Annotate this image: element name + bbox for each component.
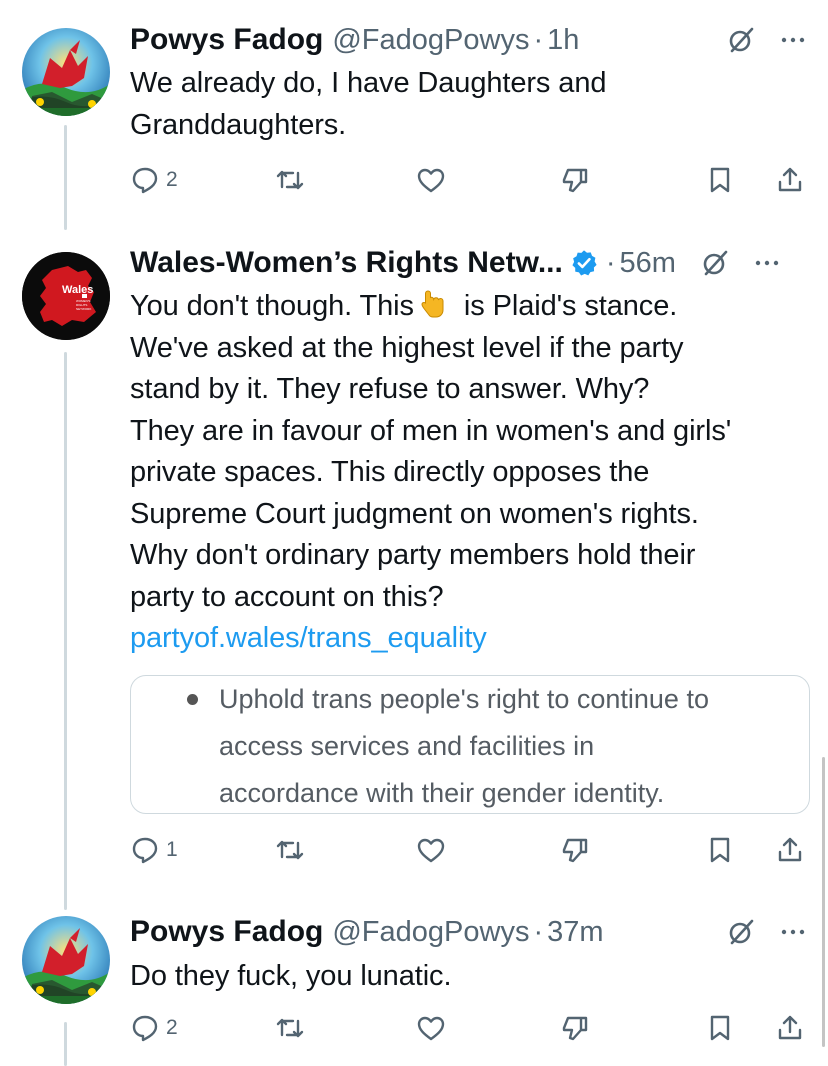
thumbs-down-icon — [562, 838, 588, 863]
tweet-header: Powys Fadog @FadogPowys · 37m — [130, 912, 808, 952]
grok-slash-icon[interactable] — [726, 25, 756, 55]
tweet-text-line: You don't though. This is Plaid's stance… — [130, 286, 788, 328]
quote-line: access services and facilities in — [219, 731, 595, 761]
reply-button[interactable]: 1 — [130, 830, 178, 870]
quote-text: Uphold trans people's right to continue … — [219, 676, 799, 813]
quote-line: Uphold trans people's right to continue … — [219, 684, 709, 714]
reply-count: 1 — [166, 838, 178, 861]
separator-dot: · — [533, 23, 544, 56]
tweet[interactable]: Powys Fadog @FadogPowys · 1h We already … — [0, 0, 828, 230]
author-name[interactable]: Powys Fadog — [130, 23, 323, 57]
reply-count: 2 — [166, 168, 178, 191]
reply-count: 2 — [166, 1016, 178, 1039]
tweet-text-line: Why don't ordinary party members hold th… — [130, 539, 696, 571]
like-button[interactable] — [416, 830, 446, 870]
welsh-dragon-avatar-image — [22, 916, 110, 1004]
more-dots-icon[interactable] — [778, 25, 808, 55]
author-handle[interactable]: @FadogPowys — [332, 916, 529, 949]
dislike-button[interactable] — [560, 160, 590, 200]
tweet-text-fragment: You don't though. This — [130, 290, 414, 322]
tweet-text-line: stand by it. They refuse to answer. Why? — [130, 373, 650, 405]
tweet[interactable]: Powys Fadog @FadogPowys · 37m Do they fu… — [0, 890, 828, 1066]
share-icon — [778, 167, 802, 192]
retweet-button[interactable] — [275, 160, 305, 200]
repost-icon — [276, 1018, 304, 1038]
tweet-text: You don't though. This is Plaid's stance… — [130, 286, 788, 660]
speech-bubble-icon — [132, 1015, 158, 1042]
tweet-link[interactable]: partyof.wales/trans_equality — [130, 618, 788, 660]
dislike-button[interactable] — [560, 1008, 590, 1048]
tweet-text-line: We already do, I have Daughters and — [130, 67, 607, 99]
share-button[interactable] — [775, 1008, 805, 1048]
retweet-button[interactable] — [275, 1008, 305, 1048]
action-bar: 2 — [130, 1008, 810, 1048]
repost-icon — [276, 840, 304, 860]
verified-badge-icon — [572, 250, 597, 276]
share-icon — [778, 1015, 802, 1040]
heart-icon — [417, 838, 445, 863]
timestamp[interactable]: 1h — [547, 24, 579, 57]
quote-line: accordance with their gender identity. — [219, 778, 665, 808]
like-button[interactable] — [416, 1008, 446, 1048]
heart-icon — [417, 1016, 445, 1041]
author-name[interactable]: Wales-Women’s Rights Netw... — [130, 246, 563, 280]
tweet-text: Do they fuck, you lunatic. — [130, 956, 788, 998]
tweet-text-line: party to account on this? — [130, 580, 444, 613]
attached-image-card[interactable]: Uphold trans people's right to continue … — [130, 675, 810, 814]
repost-icon — [276, 170, 304, 190]
separator-dot: · — [605, 246, 616, 279]
like-button[interactable] — [416, 160, 446, 200]
avatar[interactable] — [22, 916, 110, 1004]
reply-button[interactable]: 2 — [130, 160, 178, 200]
speech-bubble-icon — [132, 837, 158, 864]
svg-text:NETWORK: NETWORK — [76, 307, 91, 311]
share-icon — [778, 837, 802, 862]
more-dots-icon[interactable] — [752, 248, 782, 278]
speech-bubble-icon — [132, 167, 158, 194]
avatar[interactable]: Wales WOMEN'S RIGHTS NETWORK — [22, 252, 110, 340]
bookmark-button[interactable] — [705, 1008, 735, 1048]
tweet-text-line: We've asked at the highest level if the … — [130, 331, 684, 364]
tweet-text-line: Do they fuck, you lunatic. — [130, 960, 452, 992]
heart-icon — [417, 168, 445, 193]
bookmark-button[interactable] — [705, 830, 735, 870]
author-name[interactable]: Powys Fadog — [130, 915, 323, 949]
timestamp[interactable]: 56m — [620, 247, 676, 280]
bookmark-icon — [710, 1015, 730, 1041]
bullet-point — [187, 694, 198, 705]
reply-button[interactable]: 2 — [130, 1008, 178, 1048]
tweet-text: We already do, I have Daughters and Gran… — [130, 63, 788, 146]
thumbs-down-icon — [562, 168, 588, 193]
thumbs-down-icon — [562, 1016, 588, 1041]
tweet-header: Wales-Women’s Rights Netw... · 56m — [130, 243, 808, 283]
tweet-text-line: Supreme Court judgment on women's rights… — [130, 497, 699, 530]
welsh-dragon-avatar-image — [22, 28, 110, 116]
more-dots-icon[interactable] — [778, 917, 808, 947]
action-bar: 1 — [130, 830, 810, 870]
share-button[interactable] — [775, 160, 805, 200]
share-button[interactable] — [775, 830, 805, 870]
grok-slash-icon[interactable] — [726, 917, 756, 947]
tweet-text-fragment: is Plaid's stance. — [463, 290, 678, 322]
tweet-header: Powys Fadog @FadogPowys · 1h — [130, 20, 808, 60]
grok-slash-icon[interactable] — [700, 248, 730, 278]
author-handle[interactable]: @FadogPowys — [332, 24, 529, 57]
pointing-down-hand-icon — [421, 290, 444, 318]
tweet-text-line: Granddaughters. — [130, 108, 347, 141]
tweet-text-line: private spaces. This directly opposes th… — [130, 456, 650, 488]
bookmark-button[interactable] — [705, 160, 735, 200]
timestamp[interactable]: 37m — [547, 916, 603, 949]
tweet[interactable]: Wales WOMEN'S RIGHTS NETWORK Wales-Women… — [0, 230, 828, 890]
bookmark-icon — [710, 837, 730, 863]
tweet-text-line: They are in favour of men in women's and… — [130, 414, 732, 447]
action-bar: 2 — [130, 160, 810, 200]
bookmark-icon — [710, 167, 730, 193]
scrollbar[interactable] — [822, 757, 825, 1047]
dislike-button[interactable] — [560, 830, 590, 870]
retweet-button[interactable] — [275, 830, 305, 870]
svg-text:Wales: Wales — [62, 284, 93, 296]
wwrn-logo-avatar-image: Wales WOMEN'S RIGHTS NETWORK — [22, 252, 110, 340]
separator-dot: · — [533, 915, 544, 948]
avatar[interactable] — [22, 28, 110, 116]
